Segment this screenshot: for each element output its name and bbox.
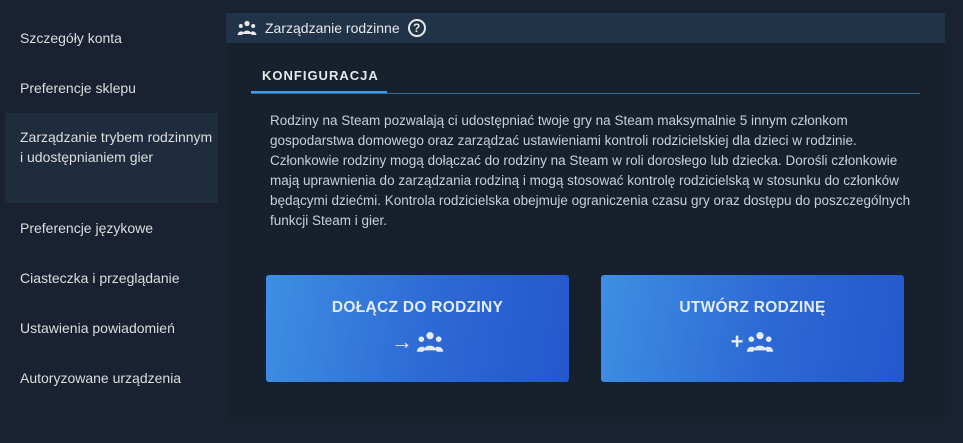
panel-title: Zarządzanie rodzinne bbox=[265, 20, 400, 36]
sidebar-item-notification-settings[interactable]: Ustawienia powiadomień bbox=[5, 318, 218, 338]
family-icon bbox=[416, 332, 444, 352]
plus-icon: + bbox=[730, 329, 744, 354]
sidebar-item-authorized-devices[interactable]: Autoryzowane urządzenia bbox=[5, 368, 218, 388]
family-icon bbox=[747, 332, 774, 352]
sidebar-item-family-management[interactable]: Zarządzanie trybem rodzinnym i udostępni… bbox=[5, 113, 218, 203]
tab-divider bbox=[251, 93, 920, 94]
join-family-button[interactable]: DOŁĄCZ DO RODZINY → bbox=[266, 275, 569, 382]
sidebar-item-store-preferences[interactable]: Preferencje sklepu bbox=[5, 78, 218, 98]
panel-header: Zarządzanie rodzinne ? bbox=[226, 13, 945, 43]
sidebar-item-account-details[interactable]: Szczegóły konta bbox=[5, 28, 218, 48]
sidebar: Szczegóły konta Preferencje sklepu Zarzą… bbox=[0, 0, 226, 443]
create-family-icon-row: + bbox=[731, 329, 775, 355]
create-family-label: UTWÓRZ RODZINĘ bbox=[679, 299, 826, 316]
arrow-right-icon: → bbox=[391, 329, 413, 354]
tab-configuration[interactable]: KONFIGURACJA bbox=[251, 66, 387, 94]
sidebar-item-language-preferences[interactable]: Preferencje językowe bbox=[5, 218, 218, 238]
join-family-icon-row: → bbox=[391, 329, 444, 355]
family-management-panel: Zarządzanie rodzinne ? KONFIGURACJA Rodz… bbox=[226, 13, 945, 422]
description: Rodziny na Steam pozwalają ci udostępnia… bbox=[270, 111, 920, 231]
join-family-label: DOŁĄCZ DO RODZINY bbox=[331, 299, 504, 316]
create-family-button[interactable]: UTWÓRZ RODZINĘ + bbox=[601, 275, 904, 382]
sidebar-item-cookies-browsing[interactable]: Ciasteczka i przeglądanie bbox=[5, 268, 218, 288]
description-paragraph-1: Rodziny na Steam pozwalają ci udostępnia… bbox=[270, 113, 857, 148]
description-paragraph-2: Członkowie rodziny mogą dołączać do rodz… bbox=[270, 153, 911, 228]
family-icon bbox=[237, 20, 257, 35]
help-icon[interactable]: ? bbox=[407, 19, 426, 37]
